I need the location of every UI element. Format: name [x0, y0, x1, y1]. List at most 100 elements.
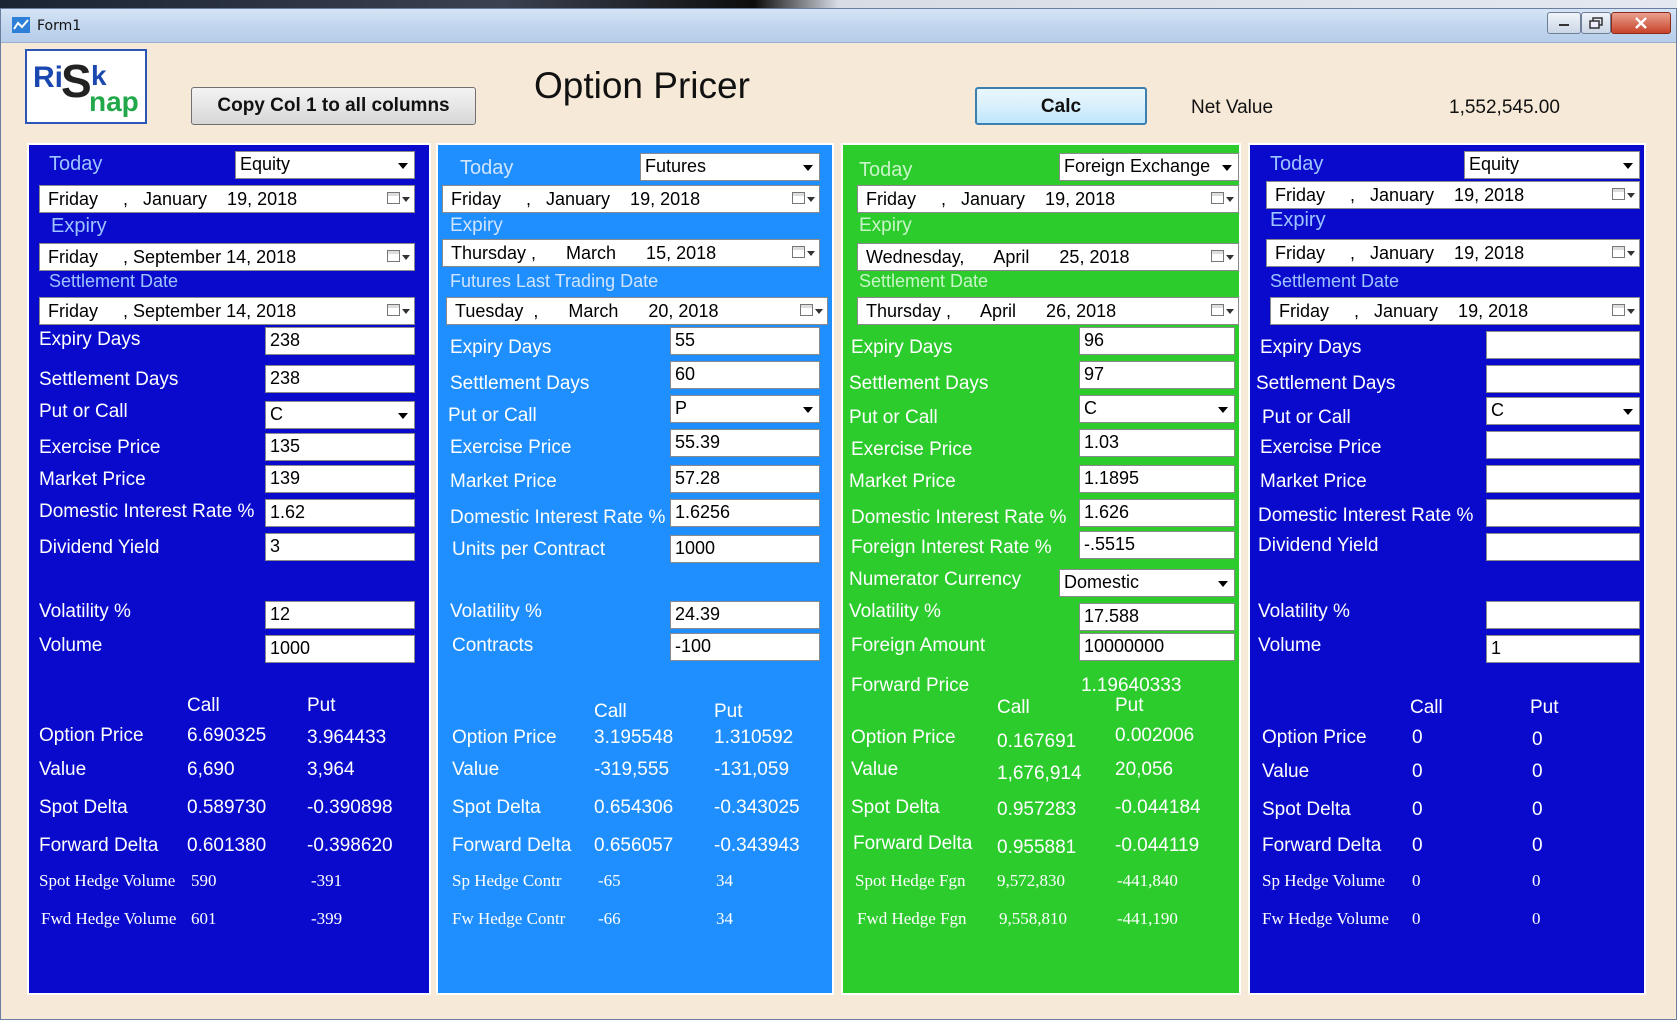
instrument-select[interactable]: Equity: [235, 151, 415, 179]
value-call: -319,555: [594, 759, 670, 780]
expiry-date-picker[interactable]: Friday , September 14, 2018: [39, 243, 415, 271]
exercise-price-field[interactable]: [1486, 431, 1640, 459]
settlement-days-field[interactable]: 238: [265, 365, 415, 393]
volatility-field[interactable]: 12: [265, 601, 415, 629]
fwd-hedge-call: 601: [191, 909, 217, 928]
put-or-call-label: Put or Call: [39, 401, 128, 422]
call-header: Call: [1410, 697, 1443, 718]
market-price-field[interactable]: 57.28: [670, 465, 820, 493]
settlement-days-label: Settlement Days: [849, 373, 989, 394]
fwd-hedge-call: 9,558,810: [999, 909, 1067, 928]
calendar-icon: [1612, 246, 1625, 258]
settlement-days-label: Settlement Days: [1256, 373, 1396, 394]
foreign-rate-field[interactable]: -.5515: [1079, 531, 1235, 559]
units-per-contract-field[interactable]: 1000: [670, 535, 820, 563]
volume-field[interactable]: 1000: [265, 635, 415, 663]
chevron-down-icon: [807, 251, 815, 256]
volatility-field[interactable]: 17.588: [1079, 603, 1235, 631]
minimize-button[interactable]: [1547, 12, 1581, 34]
domestic-rate-field[interactable]: 1.626: [1079, 499, 1235, 527]
put-or-call-select[interactable]: P: [670, 395, 820, 423]
put-or-call-select[interactable]: C: [1079, 395, 1235, 423]
settlement-date-picker[interactable]: Thursday , April 26, 2018: [857, 297, 1239, 325]
instrument-select[interactable]: Equity: [1464, 151, 1640, 179]
volatility-field[interactable]: [1486, 601, 1640, 629]
settlement-days-field[interactable]: [1486, 365, 1640, 393]
window-title: Form1: [37, 18, 82, 34]
expiry-label: Expiry: [51, 215, 107, 237]
chevron-down-icon: [402, 309, 410, 314]
today-date-picker[interactable]: Friday , January 19, 2018: [39, 185, 415, 213]
instrument-select[interactable]: Futures: [640, 153, 820, 181]
put-or-call-select[interactable]: C: [1486, 397, 1640, 425]
contracts-field[interactable]: -100: [670, 633, 820, 661]
instrument-select[interactable]: Foreign Exchange: [1059, 153, 1239, 181]
volatility-field[interactable]: 24.39: [670, 601, 820, 629]
exercise-price-field[interactable]: 1.03: [1079, 429, 1235, 457]
market-price-field[interactable]: [1486, 465, 1640, 493]
calendar-icon: [387, 250, 400, 262]
exercise-price-field[interactable]: 135: [265, 433, 415, 461]
spot-hedge-call: 9,572,830: [997, 871, 1065, 890]
today-date-picker[interactable]: Friday , January 19, 2018: [857, 185, 1239, 213]
calc-button[interactable]: Calc: [975, 87, 1147, 125]
copy-col1-button[interactable]: Copy Col 1 to all columns: [191, 87, 476, 125]
market-price-field[interactable]: 1.1895: [1079, 465, 1235, 493]
chevron-down-icon: [398, 163, 408, 169]
domestic-rate-field[interactable]: 1.6256: [670, 499, 820, 527]
maximize-button[interactable]: [1581, 12, 1611, 34]
expiry-days-field[interactable]: 238: [265, 327, 415, 355]
today-date-picker[interactable]: Friday , January 19, 2018: [1266, 181, 1640, 209]
chevron-down-icon: [1623, 163, 1633, 169]
expiry-date-picker[interactable]: Thursday , March 15, 2018: [442, 239, 820, 267]
settlement-date-picker[interactable]: Friday , January 19, 2018: [1270, 297, 1640, 325]
settlement-date-picker[interactable]: Friday , September 14, 2018: [39, 297, 415, 325]
pricer-column-2: Today Futures Friday , January 19, 2018 …: [436, 143, 834, 995]
futures-last-trading-label: Futures Last Trading Date: [450, 271, 659, 291]
app-window: Form1 Ri S k nap Copy Col 1 to all colum…: [0, 8, 1677, 1020]
fwd-hedge-label: Fwd Hedge Volume: [41, 909, 177, 928]
settlement-days-field[interactable]: 60: [670, 361, 820, 389]
expiry-label: Expiry: [859, 215, 912, 236]
today-date-picker[interactable]: Friday , January 19, 2018: [442, 185, 820, 213]
forward-delta-call: 0.601380: [187, 835, 267, 856]
dividend-yield-field[interactable]: 3: [265, 533, 415, 561]
expiry-days-field[interactable]: 96: [1079, 327, 1235, 355]
option-price-call: 3.195548: [594, 727, 674, 748]
expiry-label: Expiry: [450, 215, 503, 236]
close-icon: [1635, 17, 1647, 29]
value-call: 0: [1412, 761, 1423, 782]
volatility-label: Volatility %: [450, 601, 542, 622]
forward-price-label: Forward Price: [851, 675, 970, 696]
dividend-yield-label: Dividend Yield: [39, 537, 160, 558]
calendar-icon: [1612, 304, 1625, 316]
foreign-amount-field[interactable]: 10000000: [1079, 633, 1235, 661]
domestic-rate-field[interactable]: [1486, 499, 1640, 527]
market-price-field[interactable]: 139: [265, 465, 415, 493]
forward-delta-label: Forward Delta: [39, 835, 159, 856]
expiry-date-picker[interactable]: Friday , January 19, 2018: [1266, 239, 1640, 267]
close-button[interactable]: [1611, 12, 1671, 34]
volume-field[interactable]: 1: [1486, 635, 1640, 663]
dividend-yield-label: Dividend Yield: [1258, 535, 1379, 556]
put-or-call-select[interactable]: C: [265, 401, 415, 429]
dividend-yield-field[interactable]: [1486, 533, 1640, 561]
expiry-label: Expiry: [1270, 209, 1326, 231]
value-label: Value: [39, 759, 87, 780]
domestic-rate-field[interactable]: 1.62: [265, 499, 415, 527]
chevron-down-icon: [1627, 251, 1635, 256]
expiry-date-picker[interactable]: Wednesday, April 25, 2018: [857, 243, 1239, 271]
spot-delta-label: Spot Delta: [39, 797, 128, 818]
option-price-call: 0: [1412, 727, 1423, 748]
expiry-days-field[interactable]: 55: [670, 327, 820, 355]
futures-last-trading-picker[interactable]: Tuesday , March 20, 2018: [446, 297, 828, 325]
numerator-currency-select[interactable]: Domestic: [1059, 569, 1235, 597]
expiry-days-field[interactable]: [1486, 331, 1640, 359]
market-price-label: Market Price: [450, 471, 557, 492]
exercise-price-field[interactable]: 55.39: [670, 429, 820, 457]
settlement-days-field[interactable]: 97: [1079, 361, 1235, 389]
chevron-down-icon: [1226, 197, 1234, 202]
foreign-rate-label: Foreign Interest Rate %: [851, 537, 1052, 558]
spot-hedge-call: 590: [191, 871, 217, 890]
forward-delta-label: Forward Delta: [853, 833, 973, 854]
